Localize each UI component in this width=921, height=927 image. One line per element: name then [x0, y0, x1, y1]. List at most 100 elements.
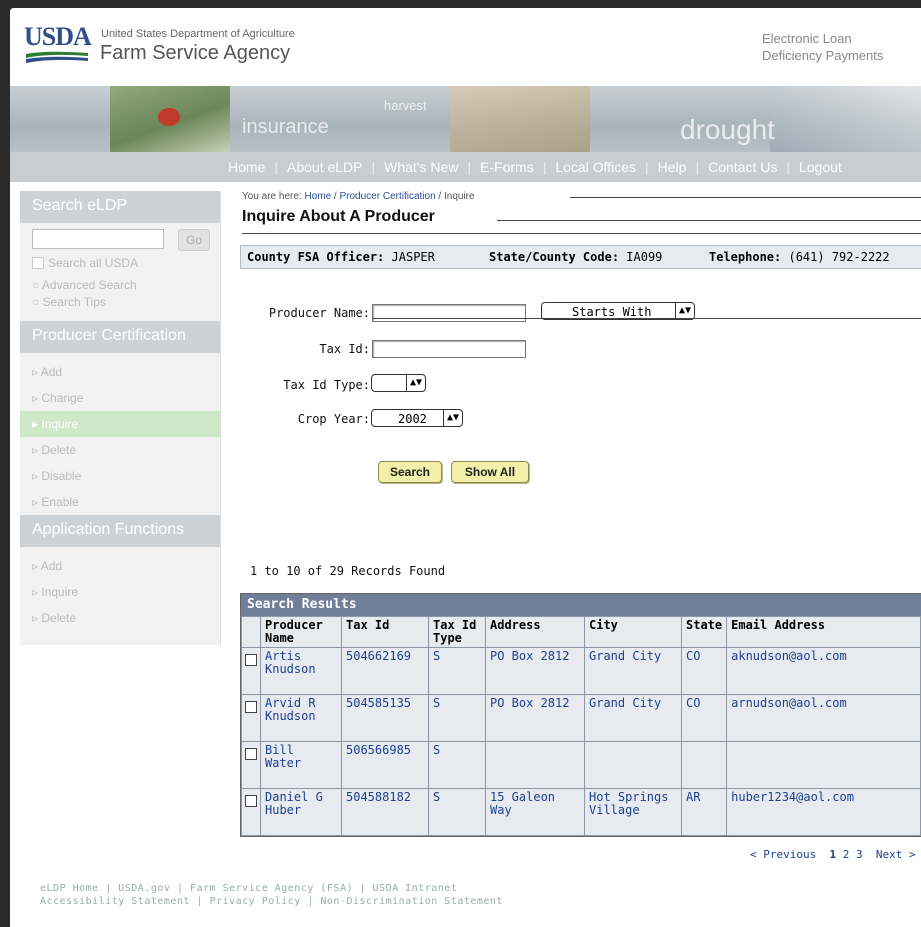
page-link-3[interactable]: 3 [856, 848, 863, 861]
checkbox-icon[interactable] [32, 257, 44, 269]
usda-logo-wave-icon [26, 51, 88, 63]
sidebar-app-item-delete[interactable]: ▹ Delete [20, 605, 220, 631]
results-title: Search Results [241, 594, 921, 616]
department-name: United States Department of Agriculture [101, 28, 295, 40]
table-row: Arvid R Knudson 504585135 S PO Box 2812 … [241, 694, 921, 742]
address-cell: 15 Galeon Way [485, 788, 585, 836]
state-county-code: IA099 [626, 250, 663, 264]
row-checkbox[interactable] [245, 748, 257, 760]
tax-id-type-cell: S [428, 694, 486, 742]
sidebar-item-inquire[interactable]: ▸ Inquire [20, 411, 220, 437]
telephone: (641) 792-2222 [788, 250, 890, 264]
producer-name-input[interactable] [372, 304, 526, 322]
banner-word-harvest: harvest [384, 98, 427, 113]
col-address[interactable]: Address [485, 616, 585, 648]
page-title: Inquire About A Producer [242, 208, 435, 225]
advanced-search-link[interactable]: ○ Advanced Search [20, 277, 220, 294]
state-cell: AR [680, 788, 728, 836]
city-cell: Grand City [584, 694, 682, 742]
sidebar-item-add[interactable]: ▹ Add [20, 359, 220, 385]
breadcrumb-producer-certification[interactable]: Producer Certification [340, 191, 436, 202]
previous-page-link[interactable]: < Previous [750, 848, 816, 861]
producer-name-label: Producer Name: [268, 306, 370, 320]
nav-help[interactable]: Help [658, 159, 687, 175]
divider [372, 318, 921, 319]
photo-banner: insurance harvest drought [10, 86, 921, 152]
row-checkbox[interactable] [245, 654, 257, 666]
row-checkbox[interactable] [245, 795, 257, 807]
sidebar-item-enable[interactable]: ▹ Enable [20, 489, 220, 515]
tax-id-cell[interactable]: 504585135 [341, 694, 429, 742]
search-all-usda-checkbox[interactable]: Search all USDA [20, 253, 220, 273]
officer-info-bar: County FSA Officer: JASPER State/County … [240, 245, 921, 269]
sidebar-app-item-add[interactable]: ▹ Add [20, 553, 220, 579]
sidebar-app-item-inquire[interactable]: ▹ Inquire [20, 579, 220, 605]
col-state[interactable]: State [680, 616, 728, 648]
sidebar-search-heading: Search eLDP [20, 191, 220, 223]
sidebar-go-button[interactable]: Go [178, 229, 210, 251]
producer-name-cell[interactable]: Bill Water [260, 741, 342, 789]
sidebar-search-input[interactable] [32, 229, 164, 249]
footer-line-2[interactable]: Accessibility Statement | Privacy Policy… [40, 895, 503, 908]
col-tax-id[interactable]: Tax Id [341, 616, 429, 648]
email-cell[interactable]: arnudson@aol.com [726, 694, 921, 742]
producer-name-cell[interactable]: Daniel G Huber [260, 788, 342, 836]
tax-id-cell[interactable]: 504662169 [341, 647, 429, 695]
producer-name-cell[interactable]: Artis Knudson [260, 647, 342, 695]
city-cell: Grand City [584, 647, 682, 695]
tax-id-cell[interactable]: 506566985 [341, 741, 429, 789]
officer-name: JASPER [391, 250, 435, 264]
usda-logo[interactable]: USDA [24, 22, 92, 66]
col-tax-id-type[interactable]: Tax Id Type [428, 616, 486, 648]
next-page-link[interactable]: Next > [876, 848, 916, 861]
page-link-1[interactable]: 1 [829, 848, 836, 861]
banner-word-insurance: insurance [242, 116, 329, 138]
sidebar-item-change[interactable]: ▹ Change [20, 385, 220, 411]
nav-about[interactable]: About eLDP [287, 159, 363, 175]
breadcrumb-home[interactable]: Home [304, 191, 331, 202]
crop-year-select[interactable]: 2002 ▲▼ [371, 409, 463, 427]
col-email[interactable]: Email Address [726, 616, 921, 648]
crop-year-label: Crop Year: [297, 412, 370, 426]
producer-name-cell[interactable]: Arvid R Knudson [260, 694, 342, 742]
nav-contact-us[interactable]: Contact Us [708, 159, 777, 175]
application-name: Electronic Loan Deficiency Payments [762, 31, 884, 63]
state-cell: CO [680, 647, 728, 695]
page-link-2[interactable]: 2 [843, 848, 850, 861]
cracked-earth-photo [450, 86, 590, 152]
email-cell[interactable] [726, 741, 921, 789]
show-all-button[interactable]: Show All [451, 461, 529, 483]
footer-links: eLDP Home | USDA.gov | Farm Service Agen… [40, 882, 503, 908]
table-header-row: Producer Name Tax Id Tax Id Type Address… [241, 616, 921, 648]
tax-id-input[interactable] [372, 340, 526, 358]
tax-id-type-select[interactable]: ▲▼ [371, 374, 426, 392]
address-cell: PO Box 2812 [485, 647, 585, 695]
records-found: 1 to 10 of 29 Records Found [250, 564, 446, 578]
row-checkbox[interactable] [245, 701, 257, 713]
email-cell[interactable]: huber1234@aol.com [726, 788, 921, 836]
sidebar-item-disable[interactable]: ▹ Disable [20, 463, 220, 489]
address-cell: PO Box 2812 [485, 694, 585, 742]
nav-home[interactable]: Home [228, 159, 265, 175]
sidebar-item-delete[interactable]: ▹ Delete [20, 437, 220, 463]
select-arrows-icon: ▲▼ [406, 375, 425, 391]
sidebar: Search eLDP Go Search all USDA ○ Advance… [20, 191, 221, 645]
site-header: USDA United States Department of Agricul… [10, 8, 921, 87]
tax-id-cell[interactable]: 504588182 [341, 788, 429, 836]
col-city[interactable]: City [584, 616, 682, 648]
nav-logout[interactable]: Logout [799, 159, 842, 175]
nav-e-forms[interactable]: E-Forms [480, 159, 534, 175]
top-navigation: Home | About eLDP | What's New | E-Forms | L… [10, 152, 921, 182]
nav-whats-new[interactable]: What's New [384, 159, 458, 175]
producer-certification-heading: Producer Certification [20, 321, 220, 353]
col-producer-name[interactable]: Producer Name [260, 616, 342, 648]
search-tips-link[interactable]: ○ Search Tips [20, 294, 220, 311]
footer-line-1[interactable]: eLDP Home | USDA.gov | Farm Service Agen… [40, 882, 503, 895]
tax-id-type-label: Tax Id Type: [283, 378, 370, 392]
email-cell[interactable]: aknudson@aol.com [726, 647, 921, 695]
nav-local-offices[interactable]: Local Offices [555, 159, 636, 175]
search-button[interactable]: Search [378, 461, 442, 483]
browser-page: USDA United States Department of Agricul… [10, 8, 921, 927]
table-row: Artis Knudson 504662169 S PO Box 2812 Gr… [241, 647, 921, 695]
agency-name: Farm Service Agency [100, 42, 291, 64]
